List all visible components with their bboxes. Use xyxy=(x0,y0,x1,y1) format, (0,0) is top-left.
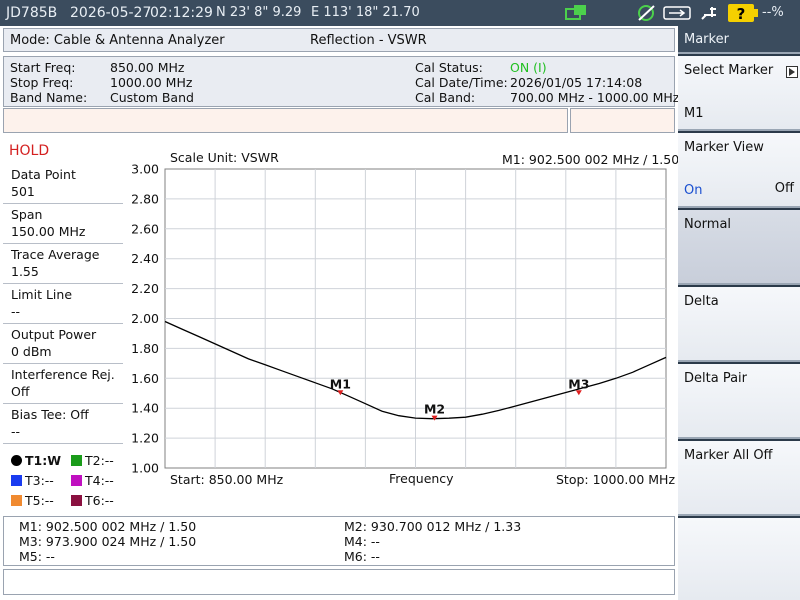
y-tick-label: 1.40 xyxy=(131,401,159,416)
delta-label: Delta xyxy=(684,294,719,309)
delta-pair-button[interactable]: Delta Pair xyxy=(678,364,800,439)
marker-row-m4: M4: -- xyxy=(344,534,380,549)
start-frequency-label: Start: 850.00 MHz xyxy=(170,472,284,487)
y-tick-label: 2.20 xyxy=(131,281,159,296)
y-tick-label: 2.00 xyxy=(131,311,159,326)
marker-label-m1: M1 xyxy=(330,376,351,391)
select-marker-label: Select Marker xyxy=(684,63,774,78)
y-tick-label: 1.60 xyxy=(131,371,159,386)
marker-label-m2: M2 xyxy=(424,402,445,417)
y-tick-label: 3.00 xyxy=(131,162,159,177)
empty-softkey xyxy=(678,518,800,600)
marker-row-m6: M6: -- xyxy=(344,549,380,564)
marker-view-off: Off xyxy=(774,181,794,196)
marker-all-off-label: Marker All Off xyxy=(684,448,773,463)
marker-row-m3: M3: 973.900 024 MHz / 1.50 xyxy=(19,534,197,549)
battery-unknown-icon: ? xyxy=(726,2,760,28)
main-panel: Mode: Cable & Antenna Analyzer Reflectio… xyxy=(0,26,679,600)
y-tick-label: 2.80 xyxy=(131,191,159,206)
delta-button[interactable]: Delta xyxy=(678,287,800,362)
gps-icon xyxy=(636,3,658,27)
marker-all-off-button[interactable]: Marker All Off xyxy=(678,441,800,516)
vswr-chart[interactable]: 3.00 2.80 2.60 2.40 2.20 2.00 1.80 1.60 1.40 1.20… xyxy=(0,26,678,516)
marker-row-m2: M2: 930.700 012 MHz / 1.33 xyxy=(344,519,522,534)
status-time: 02:12:29 xyxy=(150,5,213,21)
gps-longitude: E 113' 18" 21.70 xyxy=(311,5,420,20)
marker-row-m1: M1: 902.500 002 MHz / 1.50 xyxy=(19,519,197,534)
y-tick-label: 1.80 xyxy=(131,341,159,356)
marker-view-on: On xyxy=(684,183,703,198)
marker-table: M1: 902.500 002 MHz / 1.50 M2: 930.700 0… xyxy=(3,516,675,566)
normal-button[interactable]: Normal xyxy=(678,210,800,285)
y-tick-label: 1.00 xyxy=(131,461,159,476)
status-date: 2026-05-27 xyxy=(70,5,152,21)
normal-label: Normal xyxy=(684,217,732,232)
stop-frequency-label: Stop: 1000.00 MHz xyxy=(556,472,676,487)
y-tick-label: 2.60 xyxy=(131,221,159,236)
x-axis-label: Frequency xyxy=(389,471,454,486)
select-marker-value: M1 xyxy=(684,106,704,121)
network-icon xyxy=(564,3,588,25)
svg-text:?: ? xyxy=(737,5,746,23)
menu-title: Marker xyxy=(684,32,729,47)
y-tick-label: 1.20 xyxy=(131,431,159,446)
softkey-menu-title: Marker xyxy=(678,26,800,54)
marker-label-m3: M3 xyxy=(568,376,589,391)
battery-percent: --% xyxy=(762,5,784,20)
delta-pair-label: Delta Pair xyxy=(684,371,747,386)
usb-icon xyxy=(662,3,694,27)
marker-view-toggle[interactable]: Marker View On Off xyxy=(678,133,800,208)
select-marker-button[interactable]: Select Marker M1 xyxy=(678,56,800,131)
gps-latitude: N 23' 8" 9.29 xyxy=(216,5,302,20)
power-plug-icon xyxy=(700,3,722,27)
y-tick-label: 2.40 xyxy=(131,251,159,266)
marker-row-m5: M5: -- xyxy=(19,549,55,564)
bottom-status-bar xyxy=(3,569,675,595)
device-model: JD785B xyxy=(6,5,58,21)
status-bar: JD785B 2026-05-27 02:12:29 N 23' 8" 9.29… xyxy=(0,0,800,26)
submenu-icon xyxy=(786,66,798,82)
marker-view-label: Marker View xyxy=(684,140,764,155)
